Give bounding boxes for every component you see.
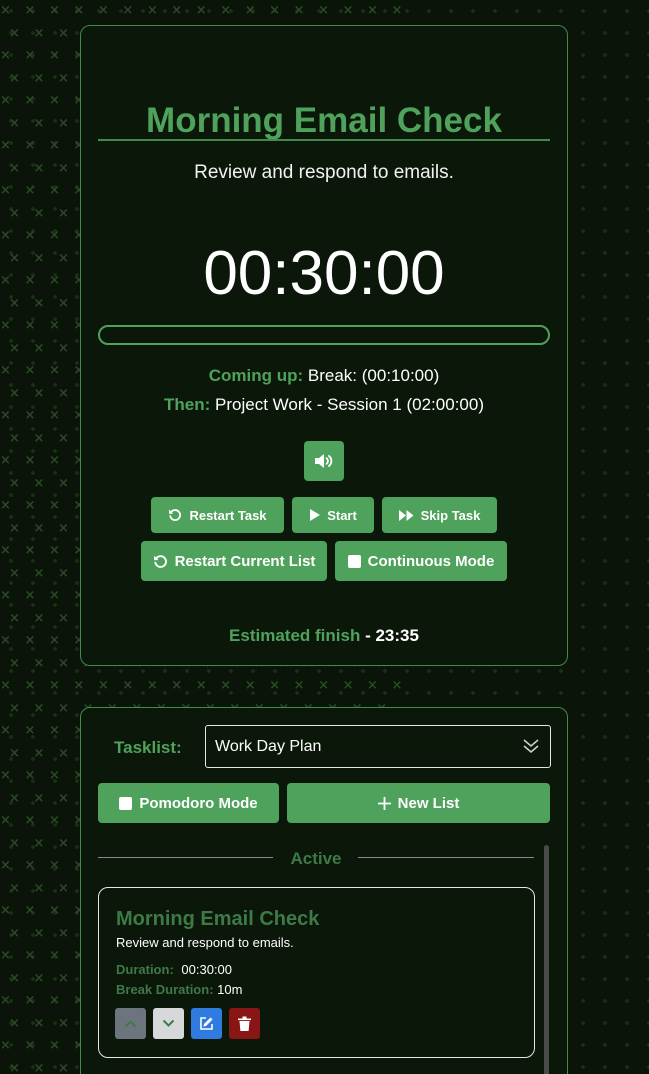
duration-value: 00:30:00 (181, 962, 233, 977)
estimated-finish: Estimated finish - 23:35 (81, 626, 567, 646)
delete-task-button[interactable] (229, 1008, 260, 1039)
start-label: Start (327, 507, 357, 523)
tasklist-selected-value: Work Day Plan (215, 737, 322, 755)
restart-task-button[interactable]: Restart Task (151, 497, 284, 533)
then-label: Then: (164, 395, 211, 414)
coming-up-value: Break: (00:10:00) (307, 366, 440, 385)
restart-task-label: Restart Task (189, 507, 267, 523)
restart-icon (153, 554, 167, 568)
then-value: Project Work - Session 1 (02:00:00) (215, 395, 484, 414)
task-card-title: Morning Email Check (116, 908, 320, 930)
edit-task-button[interactable] (191, 1008, 222, 1039)
then-line: Then: Project Work - Session 1 (02:00:00… (81, 395, 567, 415)
break-duration-value: 10m (217, 982, 243, 997)
coming-up-label: Coming up: (208, 366, 304, 385)
restart-icon (169, 509, 182, 521)
list-scrollbar[interactable] (544, 845, 549, 1074)
estimated-finish-separator: - (360, 626, 376, 645)
checkbox-icon (119, 796, 133, 810)
move-up-button[interactable] (115, 1008, 146, 1039)
trash-icon (238, 1016, 251, 1031)
new-list-label: New List (397, 794, 460, 812)
pomodoro-mode-toggle[interactable]: Pomodoro Mode (98, 783, 279, 823)
task-card[interactable]: Morning Email Check Review and respond t… (98, 887, 535, 1058)
play-icon (310, 509, 321, 521)
task-card-duration: Duration: 00:30:00 (116, 962, 232, 977)
restart-list-label: Restart Current List (174, 552, 316, 570)
timer-display: 00:30:00 (203, 239, 445, 308)
checkbox-icon (347, 554, 361, 568)
skip-task-button[interactable]: Skip Task (382, 497, 497, 533)
pomodoro-mode-label: Pomodoro Mode (139, 794, 258, 812)
break-duration-label: Break Duration: (116, 982, 214, 997)
estimated-finish-label: Estimated finish (229, 626, 361, 645)
estimated-finish-time: 23:35 (375, 626, 419, 645)
new-list-button[interactable]: New List (287, 783, 550, 823)
skip-task-label: Skip Task (420, 507, 481, 523)
edit-icon (200, 1017, 213, 1030)
section-active-label: Active (290, 849, 342, 868)
chevron-up-icon (124, 1020, 137, 1028)
chevron-down-icon (162, 1019, 175, 1027)
current-task-description: Review and respond to emails. (194, 162, 454, 183)
tasklist-label: Tasklist: (114, 738, 182, 757)
restart-list-button[interactable]: Restart Current List (141, 541, 327, 581)
speaker-icon (315, 454, 333, 468)
current-task-title: Morning Email Check (146, 101, 502, 140)
duration-label: Duration: (116, 962, 174, 977)
coming-up-line: Coming up: Break: (00:10:00) (81, 366, 567, 386)
sound-toggle-button[interactable] (304, 441, 344, 481)
move-down-button[interactable] (153, 1008, 184, 1039)
tasklist-panel: Tasklist: Work Day Plan Pomodoro Mode Ne… (80, 707, 568, 1074)
task-card-break: Break Duration: 10m (116, 982, 242, 997)
plus-icon (377, 796, 391, 810)
progress-bar (98, 325, 550, 345)
start-button[interactable]: Start (292, 497, 374, 533)
task-card-description: Review and respond to emails. (116, 935, 294, 950)
chevron-down-icon (523, 739, 539, 754)
tasklist-select[interactable]: Work Day Plan (205, 725, 551, 768)
title-divider (98, 139, 550, 141)
timer-panel: Morning Email Check Review and respond t… (80, 25, 568, 666)
continuous-mode-toggle[interactable]: Continuous Mode (335, 541, 507, 581)
fast-forward-icon (398, 509, 414, 521)
section-divider-right (358, 857, 534, 858)
continuous-mode-label: Continuous Mode (367, 552, 495, 570)
